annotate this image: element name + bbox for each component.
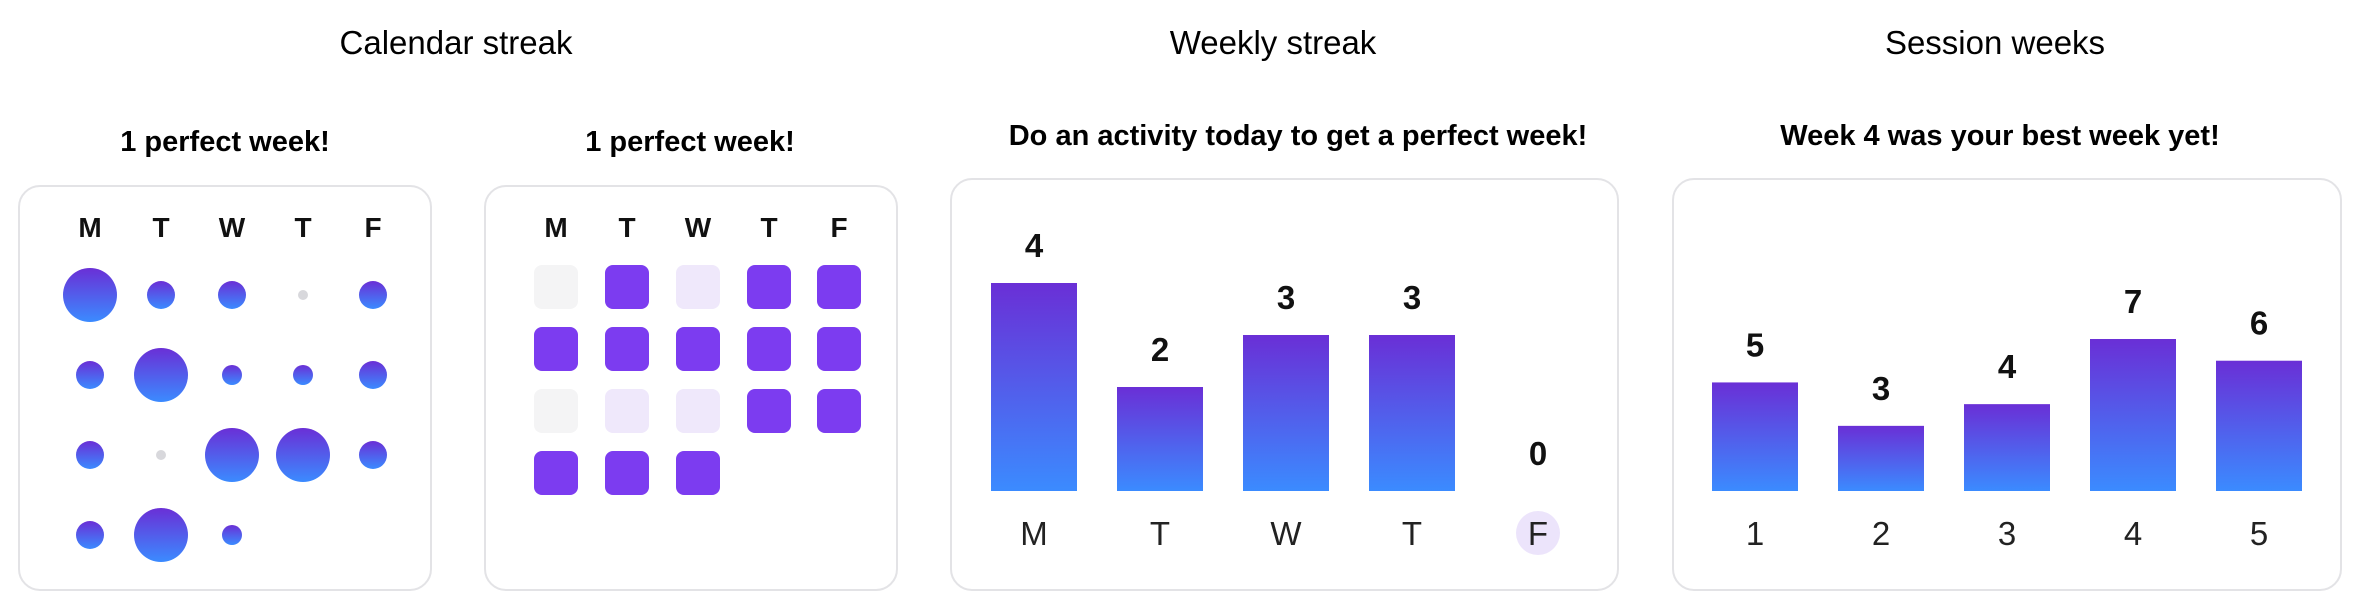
calendar-grid-plot: MTWTF bbox=[534, 212, 861, 495]
day-square-empty bbox=[534, 265, 578, 309]
day-square-active bbox=[534, 451, 578, 495]
activity-dot-tiny bbox=[293, 365, 313, 385]
day-square-active bbox=[676, 451, 720, 495]
day-header-4: F bbox=[364, 212, 381, 243]
day-square-empty bbox=[534, 389, 578, 433]
grid-day-header-3: T bbox=[760, 212, 777, 243]
day-header-2: W bbox=[219, 212, 246, 243]
activity-dot-large bbox=[276, 428, 330, 482]
bar-value-label: 3 bbox=[1403, 279, 1421, 316]
grid-day-header-0: M bbox=[544, 212, 567, 243]
weekly-streak-subtitle: Do an activity today to get a perfect we… bbox=[1008, 120, 1588, 152]
day-square-active bbox=[534, 327, 578, 371]
bar-2 bbox=[1838, 425, 1924, 491]
bar-M bbox=[991, 283, 1077, 491]
bar-3 bbox=[1964, 404, 2050, 491]
activity-dot-tiny bbox=[222, 365, 242, 385]
bar-1 bbox=[1712, 382, 1798, 491]
day-square-active bbox=[676, 327, 720, 371]
day-square-active bbox=[605, 327, 649, 371]
category-label: 2 bbox=[1872, 515, 1890, 552]
bar-value-label: 4 bbox=[1025, 227, 1044, 264]
activity-dot-small bbox=[359, 441, 387, 469]
bar-value-label: 6 bbox=[2250, 305, 2268, 342]
bar-value-label: 0 bbox=[1529, 435, 1547, 472]
bar-5 bbox=[2216, 360, 2302, 491]
activity-dot-small bbox=[76, 441, 104, 469]
weekly-streak-title: Weekly streak bbox=[1169, 24, 1377, 61]
bar-value-label: 3 bbox=[1872, 370, 1890, 407]
bar-W bbox=[1243, 335, 1329, 491]
bar-value-label: 3 bbox=[1277, 279, 1295, 316]
day-header-3: T bbox=[294, 212, 311, 243]
activity-dot-small bbox=[359, 281, 387, 309]
day-square-active bbox=[817, 327, 861, 371]
day-square-active bbox=[747, 327, 791, 371]
activity-dot-large bbox=[205, 428, 259, 482]
bar-value-label: 4 bbox=[1998, 348, 2017, 385]
activity-dot-small bbox=[76, 361, 104, 389]
calendar-dots-card: MTWTF bbox=[18, 185, 432, 591]
bar-value-label: 7 bbox=[2124, 283, 2142, 320]
category-label: 3 bbox=[1998, 515, 2016, 552]
activity-dot-small bbox=[359, 361, 387, 389]
day-square-light bbox=[676, 389, 720, 433]
day-square-active bbox=[747, 389, 791, 433]
calendar-dots-subtitle: 1 perfect week! bbox=[120, 126, 330, 158]
category-label: T bbox=[1150, 515, 1170, 552]
bar-value-label: 2 bbox=[1151, 331, 1169, 368]
session-weeks-subtitle: Week 4 was your best week yet! bbox=[1780, 120, 2220, 152]
day-header-1: T bbox=[152, 212, 169, 243]
category-label: T bbox=[1402, 515, 1422, 552]
category-label: 1 bbox=[1746, 515, 1764, 552]
day-square-active bbox=[605, 265, 649, 309]
session-weeks-card: 5 1 3 2 4 3 7 4 6 5 bbox=[1672, 178, 2342, 591]
bar-T bbox=[1369, 335, 1455, 491]
category-label: 5 bbox=[2250, 515, 2268, 552]
bar-value-label: 5 bbox=[1746, 326, 1764, 363]
bar-T bbox=[1117, 387, 1203, 491]
day-square-light bbox=[676, 265, 720, 309]
calendar-streak-title: Calendar streak bbox=[339, 24, 573, 61]
session-weeks-chart: 5 1 3 2 4 3 7 4 6 5 bbox=[1712, 283, 2302, 552]
weekly-streak-card: 4 M 2 T 3 W 3 T 0 F bbox=[950, 178, 1619, 591]
category-label: W bbox=[1270, 515, 1302, 552]
day-square-active bbox=[747, 265, 791, 309]
activity-dot-tiny bbox=[222, 525, 242, 545]
day-square-light bbox=[605, 389, 649, 433]
grid-day-header-4: F bbox=[830, 212, 847, 243]
activity-dot-large bbox=[63, 268, 117, 322]
activity-dot-small bbox=[147, 281, 175, 309]
empty-day-dot bbox=[156, 450, 166, 460]
calendar-dots-plot: MTWTF bbox=[63, 212, 387, 562]
activity-dot-small bbox=[218, 281, 246, 309]
category-label: 4 bbox=[2124, 515, 2142, 552]
day-square-active bbox=[605, 451, 649, 495]
grid-day-header-1: T bbox=[618, 212, 635, 243]
empty-day-dot bbox=[298, 290, 308, 300]
activity-dot-large bbox=[134, 348, 188, 402]
bar-4 bbox=[2090, 339, 2176, 491]
activity-dot-small bbox=[76, 521, 104, 549]
session-weeks-title: Session weeks bbox=[1884, 24, 2106, 61]
grid-day-header-2: W bbox=[685, 212, 712, 243]
day-square-active bbox=[817, 265, 861, 309]
calendar-grid-subtitle: 1 perfect week! bbox=[585, 126, 795, 158]
category-label: F bbox=[1528, 515, 1548, 552]
category-label: M bbox=[1020, 515, 1048, 552]
calendar-grid-card: MTWTF bbox=[484, 185, 898, 591]
activity-dot-large bbox=[134, 508, 188, 562]
day-header-0: M bbox=[78, 212, 101, 243]
streak-charts-canvas: Calendar streak Weekly streak Session we… bbox=[0, 0, 2360, 610]
day-square-active bbox=[817, 389, 861, 433]
weekly-streak-chart: 4 M 2 T 3 W 3 T 0 F bbox=[991, 227, 1560, 555]
